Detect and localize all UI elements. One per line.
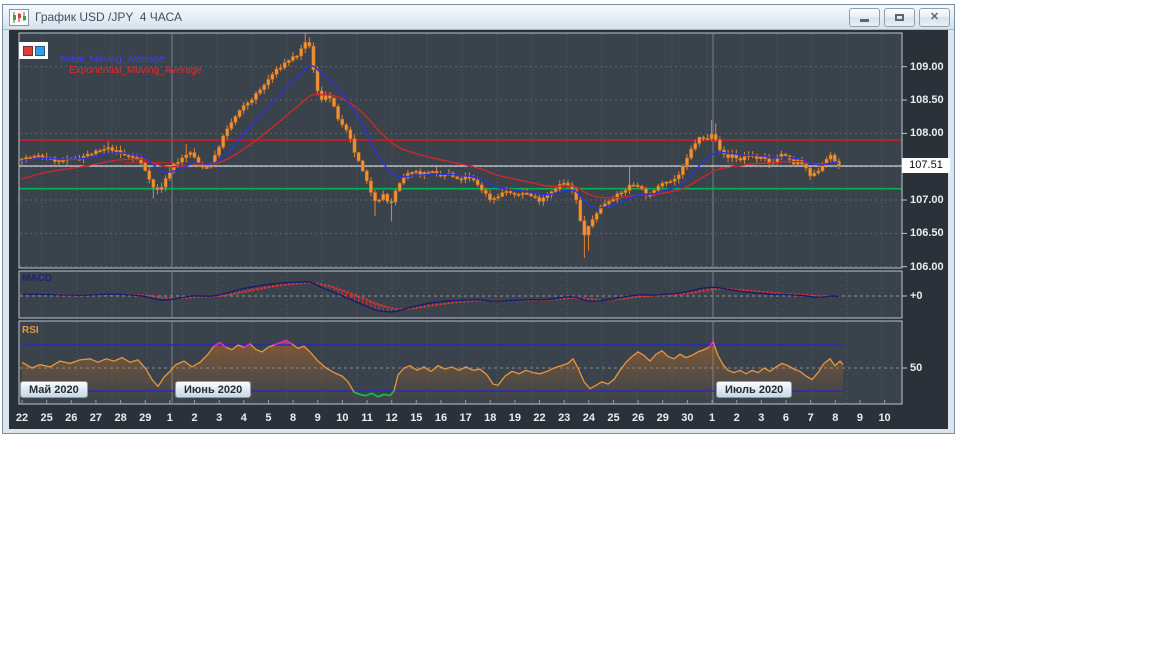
minimize-icon [860,19,869,22]
time-axis-label: 26 [65,412,78,424]
time-axis-label: 9 [314,412,321,424]
time-axis-label: 10 [878,412,891,424]
time-axis-label: 9 [856,412,863,424]
time-axis-label: 25 [607,412,620,424]
time-axis-label: 30 [681,412,694,424]
time-axis-label: 22 [533,412,546,424]
minimize-button[interactable] [849,8,880,27]
time-axis-label: 28 [114,412,127,424]
candlestick-chart-icon [9,8,29,26]
close-button[interactable]: ✕ [919,8,950,27]
time-axis-label: 18 [484,412,497,424]
ema-slow-swatch[interactable] [22,45,33,56]
time-axis-label: 26 [632,412,645,424]
time-axis-label: 23 [558,412,571,424]
time-axis-label: 5 [265,412,272,424]
time-axis-label: 10 [336,412,349,424]
time-axis-label: 27 [89,412,103,424]
time-axis-label: 8 [290,412,297,424]
restore-icon [895,14,904,21]
current-price-label: 107.51 [902,158,950,173]
indicator-legend: ential_Moving_Average Exponential_Moving… [49,43,202,87]
price-axis-label: 109.00 [910,60,944,73]
time-axis-label: 6 [782,412,790,424]
time-axis-label: 22 [15,412,29,424]
time-axis-label: 1 [166,412,173,424]
time-axis-label: 17 [459,412,472,424]
ema-slow-legend-label: Exponential_Moving_Average [69,65,202,76]
time-axis-label: 15 [410,412,423,424]
time-axis-label: 7 [807,412,814,424]
restore-button[interactable] [884,8,915,27]
time-axis-label: 2 [733,412,740,424]
chart-client-area[interactable] [9,30,948,429]
time-axis-label: 1 [708,412,716,424]
price-axis-label: 107.00 [910,194,944,207]
close-icon: ✕ [929,11,940,23]
price-axis-label: 106.50 [910,227,944,240]
macd-axis-label: +0 [910,290,923,302]
time-axis-label: 4 [240,412,247,424]
time-axis-label: 16 [434,412,448,424]
ema-fast-legend-label: ential_Moving_Average [60,54,165,65]
ema-fast-swatch[interactable] [34,45,45,56]
price-axis-label: 108.50 [910,94,944,107]
month-label-may: Май 2020 [20,381,88,398]
month-label-july: Июль 2020 [716,381,793,398]
time-axis-label: 24 [582,412,595,424]
indicator-color-buttons[interactable] [19,42,48,59]
time-axis-label: 25 [40,412,53,424]
price-axis-label: 108.00 [910,127,944,140]
time-axis-label: 29 [139,412,152,424]
window-titlebar[interactable]: График USD /JPY 4 ЧАСА ✕ [3,5,954,30]
price-axis-label: 106.00 [910,260,944,273]
month-label-june: Июнь 2020 [175,381,252,398]
time-axis-label: 29 [656,412,669,424]
time-axis-label: 19 [508,412,522,424]
time-axis-label: 3 [758,412,765,424]
time-axis-label: 12 [385,412,398,424]
time-axis-label: 11 [361,412,373,424]
time-axis-label: 2 [191,412,198,424]
time-axis-label: 8 [832,412,839,424]
window-title: График USD /JPY 4 ЧАСА [35,10,182,24]
rsi-axis-label: 50 [910,362,923,374]
macd-panel-label: MACD [22,273,52,284]
rsi-panel-label: RSI [22,325,39,336]
time-axis-label: 3 [216,412,223,424]
